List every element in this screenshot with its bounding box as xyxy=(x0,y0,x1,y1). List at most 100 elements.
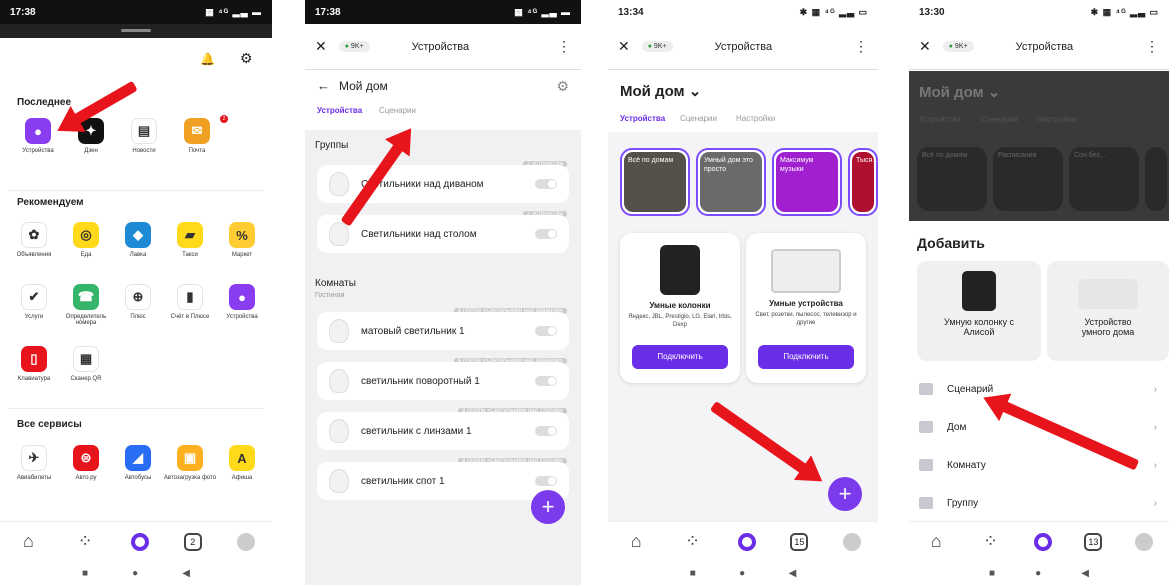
smart-devices-card: Умные устройства Свет, розетки, пылесос,… xyxy=(746,233,866,383)
home-icon[interactable]: ⌂ xyxy=(17,531,39,552)
close-icon[interactable]: ✕ xyxy=(315,38,327,55)
app-tile[interactable]: ✿ Объявления xyxy=(6,222,62,258)
power-toggle[interactable] xyxy=(535,229,557,239)
services-icon[interactable]: ⁘ xyxy=(682,531,704,552)
device-card[interactable]: светильник спот 1 xyxy=(317,462,569,500)
device-card[interactable]: светильник с линзами 1 xyxy=(317,412,569,450)
devices-image xyxy=(1078,279,1138,309)
power-toggle[interactable] xyxy=(535,376,557,386)
recent-apps-icon[interactable]: ■ xyxy=(82,568,88,579)
tab-scenarios[interactable]: Сценарии xyxy=(680,114,717,123)
tab-devices[interactable]: Устройства xyxy=(620,114,665,123)
badge-count: 2 xyxy=(220,115,228,123)
services-icon[interactable]: ⁘ xyxy=(980,531,1002,552)
app-tile[interactable]: ✉ 2 Почта xyxy=(169,115,228,154)
app-tile[interactable]: ▣ Автозагрузка фото xyxy=(162,445,218,481)
header-title: Устройства xyxy=(411,40,470,53)
app-tile[interactable]: ● Устройства xyxy=(214,284,270,320)
app-icon: % xyxy=(229,222,255,248)
add-fab-button[interactable]: + xyxy=(531,490,565,524)
calendar-icon[interactable]: 15 xyxy=(790,532,809,551)
recent-apps-icon[interactable]: ■ xyxy=(989,568,995,579)
app-tile[interactable]: ◆ Лавка xyxy=(110,222,166,258)
connect-button[interactable]: Подключить xyxy=(758,345,854,369)
power-toggle[interactable] xyxy=(535,179,557,189)
settings-gear-icon[interactable]: ⚙ xyxy=(240,50,253,67)
device-card[interactable]: Светильники над столом xyxy=(317,215,569,253)
tab-scenarios[interactable]: Сценарии xyxy=(379,106,416,115)
tab-settings[interactable]: Настройки xyxy=(736,114,775,123)
app-tile[interactable]: ✔ Услуги xyxy=(6,284,62,320)
app-tile[interactable]: ✈ Авиабилеты xyxy=(6,445,62,481)
story-card[interactable]: Максимум музыки xyxy=(772,148,842,216)
app-label: Авиабилеты xyxy=(16,475,52,481)
more-icon[interactable]: ⋮ xyxy=(854,38,868,55)
calendar-icon[interactable]: 2 xyxy=(183,532,202,551)
home-title[interactable]: Мой дом ⌄ xyxy=(620,82,701,100)
power-toggle[interactable] xyxy=(535,426,557,436)
home-icon[interactable]: ⌂ xyxy=(625,531,647,552)
app-tile[interactable]: % Маркет xyxy=(214,222,270,258)
add-fab-button[interactable]: + xyxy=(828,477,862,511)
alice-icon[interactable] xyxy=(1033,532,1052,551)
pill-badge[interactable]: ● 9K+ xyxy=(942,41,974,52)
tab-devices[interactable]: Устройства xyxy=(317,106,362,115)
status-bar: 13:34 ✱ ▦ ⁴ᴳ ▂▃ ▭ xyxy=(608,0,878,24)
more-icon[interactable]: ⋮ xyxy=(1145,38,1159,55)
row-scenario[interactable]: Сценарий › xyxy=(919,373,1159,405)
avatar[interactable] xyxy=(236,532,255,551)
pull-handle[interactable] xyxy=(121,29,151,32)
alice-icon[interactable] xyxy=(737,532,756,551)
app-tile[interactable]: ▦ Сканер QR xyxy=(58,346,114,382)
avatar[interactable] xyxy=(842,532,861,551)
sys-home-icon[interactable]: ● xyxy=(132,568,138,579)
services-icon[interactable]: ⁘ xyxy=(74,531,96,552)
app-tile[interactable]: ◢ Автобусы xyxy=(110,445,166,481)
row-group[interactable]: Группу › xyxy=(919,487,1159,519)
power-toggle[interactable] xyxy=(535,476,557,486)
pill-badge[interactable]: ● 9K+ xyxy=(338,41,370,52)
recent-apps-icon[interactable]: ■ xyxy=(690,568,696,579)
add-device-tile[interactable]: Устройство умного дома xyxy=(1047,261,1169,361)
add-speaker-tile[interactable]: Умную колонку с Алисой xyxy=(917,261,1041,361)
app-tile[interactable]: ▮ Счёт в Плюсе xyxy=(162,284,218,320)
status-time: 13:34 xyxy=(618,6,644,18)
bell-icon[interactable]: 🔔 xyxy=(200,52,215,66)
device-card[interactable]: матовый светильник 1 xyxy=(317,312,569,350)
pill-badge[interactable]: ● 9K+ xyxy=(641,41,673,52)
dimmed-background[interactable]: Мой дом ⌄ Устройства Сценарии Настройки … xyxy=(909,71,1169,221)
story-card[interactable]: Умный дом это просто xyxy=(696,148,766,216)
app-tile[interactable]: ◎ Еда xyxy=(58,222,114,258)
close-icon[interactable]: ✕ xyxy=(919,38,931,55)
home-icon[interactable]: ⌂ xyxy=(925,531,947,552)
app-tile[interactable]: A Афиша xyxy=(214,445,270,481)
sys-home-icon[interactable]: ● xyxy=(1035,568,1041,579)
story-card[interactable]: Всё по домам xyxy=(620,148,690,216)
back-icon[interactable]: ◀ xyxy=(1081,568,1089,579)
calendar-icon[interactable]: 13 xyxy=(1084,532,1103,551)
app-label: Еда xyxy=(80,252,92,258)
story-card[interactable]: Тыся... xyxy=(848,148,878,216)
back-icon[interactable]: ◀ xyxy=(789,568,797,579)
power-toggle[interactable] xyxy=(535,326,557,336)
app-label: Плюс xyxy=(130,314,146,320)
connect-button[interactable]: Подключить xyxy=(632,345,728,369)
app-tile[interactable]: ☎ Определитель номера xyxy=(58,284,114,326)
sys-home-icon[interactable]: ● xyxy=(739,568,745,579)
home-settings-icon[interactable]: ⚙ xyxy=(556,78,569,95)
avatar[interactable] xyxy=(1134,532,1153,551)
browser-header: ✕ ● 9K+ Устройства ⋮ xyxy=(608,24,878,70)
app-tile[interactable]: ▤ Новости xyxy=(116,118,172,154)
device-card[interactable]: Светильники над диваном xyxy=(317,165,569,203)
app-tile[interactable]: ⊕ Плюс xyxy=(110,284,166,320)
device-card[interactable]: светильник поворотный 1 xyxy=(317,362,569,400)
back-arrow-icon[interactable]: ← xyxy=(317,78,330,93)
app-tile[interactable]: ▰ Такси xyxy=(162,222,218,258)
pill-dot: ● xyxy=(647,43,652,50)
app-tile[interactable]: ▯ Клавиатура xyxy=(6,346,62,382)
close-icon[interactable]: ✕ xyxy=(618,38,630,55)
alice-icon[interactable] xyxy=(130,532,149,551)
app-tile[interactable]: ⊜ Авто.ру xyxy=(58,445,114,481)
more-icon[interactable]: ⋮ xyxy=(557,38,571,55)
back-icon[interactable]: ◀ xyxy=(182,568,190,579)
